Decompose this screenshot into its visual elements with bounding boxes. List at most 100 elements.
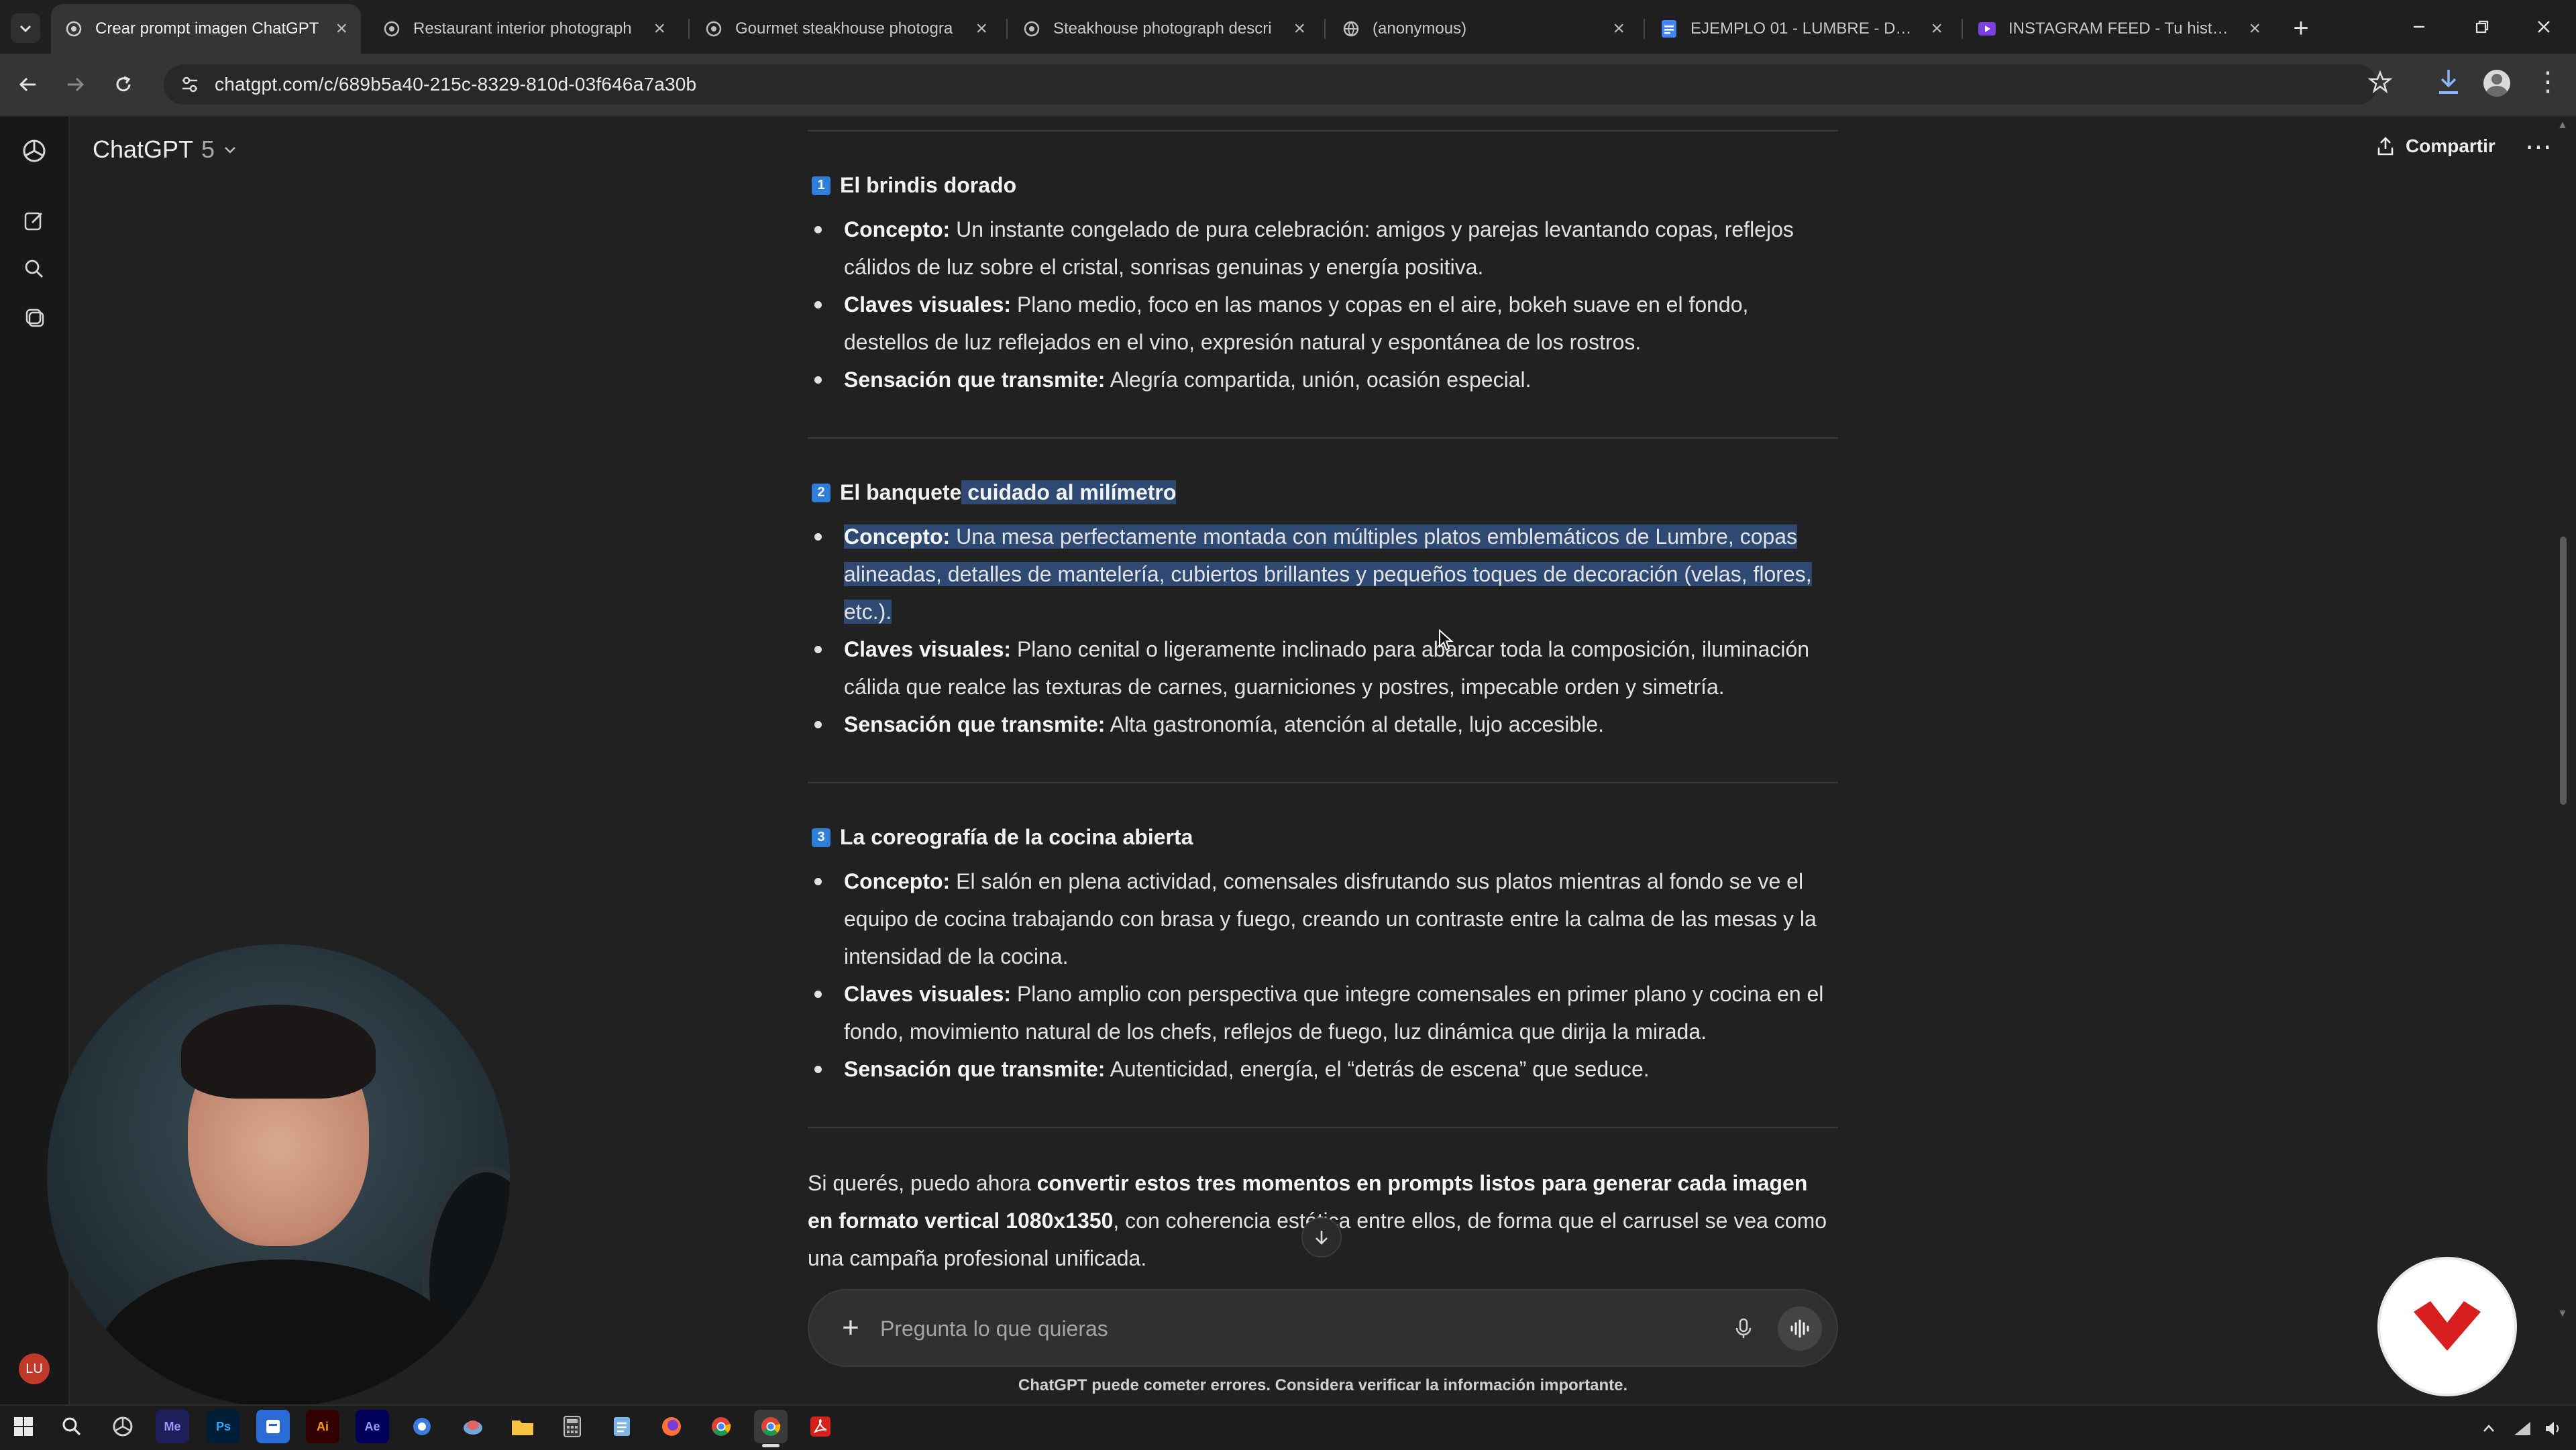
mouse-cursor-icon <box>1438 628 1454 655</box>
brand-logo <box>2380 1260 2514 1394</box>
selected-text: cuidado al milímetro <box>961 480 1177 504</box>
divider <box>808 437 1838 439</box>
reload-button[interactable] <box>107 68 140 101</box>
voice-mode-button[interactable] <box>1778 1306 1822 1351</box>
after-effects-icon[interactable]: Ae <box>356 1410 389 1443</box>
scroll-up-arrow-icon[interactable]: ▲ <box>2557 119 2568 131</box>
library-icon[interactable] <box>19 302 50 333</box>
search-icon[interactable] <box>19 254 50 284</box>
openai-icon <box>382 19 401 38</box>
new-chat-icon[interactable] <box>19 205 50 236</box>
tab-title: Steakhouse photograph descri <box>1053 19 1272 38</box>
new-tab-button[interactable]: + <box>2286 13 2316 43</box>
illustrator-icon[interactable]: Ai <box>306 1410 339 1443</box>
site-settings-icon[interactable] <box>180 74 200 95</box>
tab-title: (anonymous) <box>1373 19 1467 38</box>
presenter-body <box>94 1260 470 1407</box>
model-selector[interactable]: ChatGPT 5 <box>93 135 237 164</box>
tab-title: INSTAGRAM FEED - Tu historia <box>2008 19 2237 38</box>
url-text: chatgpt.com/c/689b5a40-215c-8329-810d-03… <box>215 74 697 95</box>
browser-tab[interactable]: (anonymous) × <box>1328 4 1638 54</box>
browser-tab[interactable]: INSTAGRAM FEED - Tu historia × <box>1964 4 2274 54</box>
volume-icon[interactable] <box>2540 1415 2567 1442</box>
list-item: Sensación que transmite: Autenticidad, e… <box>814 1050 1837 1088</box>
close-tab-icon[interactable]: × <box>2249 17 2261 40</box>
openai-logo-icon[interactable] <box>19 135 50 166</box>
share-button[interactable]: Compartir <box>2375 135 2496 157</box>
minimize-button[interactable] <box>2392 9 2446 44</box>
close-tab-icon[interactable]: × <box>1613 17 1625 40</box>
profile-avatar[interactable] <box>2483 70 2510 97</box>
tab-title: Restaurant interior photograph <box>413 19 632 38</box>
tray-chevron-up-icon[interactable] <box>2475 1415 2502 1442</box>
firefox-icon[interactable] <box>655 1410 688 1443</box>
paint-app-icon[interactable] <box>256 1410 290 1443</box>
close-tab-icon[interactable]: × <box>653 17 665 40</box>
close-tab-icon[interactable]: × <box>975 17 987 40</box>
close-tab-icon[interactable]: × <box>1931 17 1943 40</box>
tab-title: Gourmet steakhouse photogra <box>735 19 953 38</box>
network-icon[interactable] <box>2509 1415 2536 1442</box>
browser-tab[interactable]: Restaurant interior photograph × <box>369 4 679 54</box>
browser-tab[interactable]: Gourmet steakhouse photogra × <box>691 4 1001 54</box>
restore-button[interactable] <box>2455 9 2509 44</box>
tab-title: Crear prompt imagen ChatGPT <box>95 19 319 38</box>
browser-tab[interactable]: EJEMPLO 01 - LUMBRE - Docu × <box>1646 4 1956 54</box>
acrobat-icon[interactable] <box>804 1410 837 1443</box>
list-item: Concepto: Una mesa perfectamente montada… <box>814 518 1837 630</box>
bullet-list: Concepto: Una mesa perfectamente montada… <box>814 518 1837 743</box>
arrow-down-icon <box>1316 1231 1328 1245</box>
list-item: Sensación que transmite: Alta gastronomí… <box>814 706 1837 743</box>
browser-tab[interactable]: Crear prompt imagen ChatGPT × <box>51 4 361 54</box>
list-item: Claves visuales: Plano cenital o ligeram… <box>814 630 1837 706</box>
waveform-icon <box>1790 1319 1809 1338</box>
tab-list-button[interactable] <box>11 13 40 43</box>
windows-start-icon[interactable] <box>7 1410 40 1443</box>
browser-tab[interactable]: Steakhouse photograph descri × <box>1009 4 1319 54</box>
tab-separator <box>688 19 690 39</box>
address-bar[interactable]: chatgpt.com/c/689b5a40-215c-8329-810d-03… <box>164 64 2377 105</box>
number-badge: 1 <box>812 176 830 195</box>
openai-icon <box>64 19 83 38</box>
microphone-icon[interactable] <box>1724 1309 1763 1348</box>
taskbar-search-icon[interactable] <box>55 1410 89 1443</box>
tab-separator <box>1644 19 1645 39</box>
close-tab-icon[interactable]: × <box>335 17 347 40</box>
close-tab-icon[interactable]: × <box>1293 17 1305 40</box>
browser-alt-icon[interactable] <box>405 1410 439 1443</box>
scroll-down-arrow-icon[interactable]: ▼ <box>2557 1308 2568 1320</box>
scrollbar-thumb[interactable] <box>2560 537 2567 805</box>
calculator-icon[interactable] <box>555 1410 589 1443</box>
chrome-active-icon[interactable] <box>754 1410 788 1447</box>
back-button[interactable] <box>12 68 44 101</box>
minimize-icon <box>2414 25 2424 28</box>
model-version: 5 <box>201 135 215 163</box>
list-item: Concepto: El salón en plena actividad, c… <box>814 862 1837 975</box>
profile-head <box>2491 74 2502 85</box>
user-avatar[interactable]: LU <box>19 1353 50 1384</box>
more-options-icon[interactable]: ⋯ <box>2525 131 2552 162</box>
attach-plus-icon[interactable]: + <box>829 1306 872 1349</box>
browser-menu-icon[interactable]: ⋮ <box>2534 67 2561 97</box>
chevron-down-icon <box>225 147 235 154</box>
tab-separator <box>1324 19 1326 39</box>
chatgpt-app-icon[interactable] <box>106 1410 140 1443</box>
prompt-input[interactable] <box>879 1308 1686 1349</box>
bookmark-star-icon[interactable] <box>2367 70 2393 97</box>
downloads-icon[interactable] <box>2435 67 2462 100</box>
chevron-down-icon <box>19 25 32 33</box>
media-encoder-icon[interactable]: Me <box>156 1410 189 1443</box>
share-label: Compartir <box>2406 135 2496 156</box>
scroll-to-bottom-button[interactable] <box>1301 1217 1342 1258</box>
notepad-icon[interactable] <box>605 1410 639 1443</box>
chrome-icon[interactable] <box>704 1410 738 1443</box>
close-window-button[interactable] <box>2517 9 2571 44</box>
app-icon[interactable] <box>456 1410 490 1443</box>
share-icon <box>2377 137 2394 156</box>
photoshop-icon[interactable]: Ps <box>207 1410 240 1443</box>
globe-icon <box>1342 19 1360 38</box>
list-item: Sensación que transmite: Alegría compart… <box>814 361 1837 398</box>
forward-button[interactable] <box>59 68 91 101</box>
bullet-list: Concepto: Un instante congelado de pura … <box>814 211 1837 398</box>
file-explorer-icon[interactable] <box>506 1410 539 1443</box>
